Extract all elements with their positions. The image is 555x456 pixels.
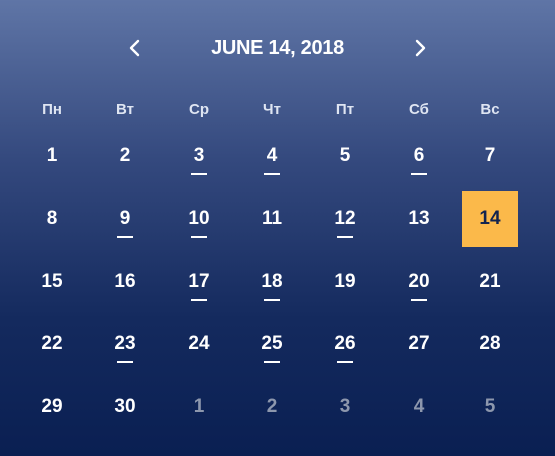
day-number: 2 [119,145,131,166]
day-number: 3 [193,145,205,166]
day-cell[interactable]: 29 [24,379,80,435]
day-cell[interactable]: 5 [317,128,373,184]
event-indicator [191,173,207,175]
day-cell[interactable]: 13 [391,191,447,247]
day-cell[interactable]: 8 [24,191,80,247]
day-cell[interactable]: 18 [244,254,300,310]
day-cell[interactable]: 15 [24,254,80,310]
event-indicator [191,299,207,301]
event-indicator [264,173,280,175]
day-cell[interactable]: 20 [391,254,447,310]
day-cell[interactable]: 7 [462,128,518,184]
day-cell-other-month[interactable]: 4 [391,379,447,435]
day-number: 24 [188,333,210,354]
day-number: 6 [413,145,425,166]
day-cell[interactable]: 6 [391,128,447,184]
day-number: 7 [484,145,496,166]
day-number: 17 [188,271,210,292]
day-number: 11 [261,208,283,229]
event-indicator [337,236,353,238]
day-number: 19 [334,271,356,292]
day-cell-other-month[interactable]: 3 [317,379,373,435]
day-number: 2 [266,396,278,417]
day-cell[interactable]: 25 [244,316,300,372]
day-number: 16 [114,271,136,292]
day-cell[interactable]: 27 [391,316,447,372]
day-cell[interactable]: 16 [97,254,153,310]
day-cell[interactable]: 12 [317,191,373,247]
day-number: 26 [334,333,356,354]
day-number: 5 [339,145,351,166]
day-cell-selected[interactable]: 14 [462,191,518,247]
day-number: 18 [261,271,283,292]
day-number: 29 [41,396,63,417]
day-number: 13 [408,208,430,229]
calendar-day-grid: 1 2 3 4 5 6 7 8 9 10 11 12 13 14 15 16 17 18 19 20 21 22 23 24 2… [0,0,555,456]
day-number: 22 [41,333,63,354]
day-cell[interactable]: 30 [97,379,153,435]
day-cell-other-month[interactable]: 1 [171,379,227,435]
day-cell[interactable]: 2 [97,128,153,184]
day-number: 27 [408,333,430,354]
event-indicator [191,236,207,238]
day-number: 23 [114,333,136,354]
day-cell[interactable]: 23 [97,316,153,372]
day-number: 25 [261,333,283,354]
day-number: 10 [188,208,210,229]
event-indicator [264,361,280,363]
day-cell[interactable]: 3 [171,128,227,184]
day-cell[interactable]: 22 [24,316,80,372]
day-number: 28 [479,333,501,354]
day-number: 3 [339,396,351,417]
day-number: 21 [479,271,501,292]
day-number: 5 [484,396,496,417]
event-indicator [337,361,353,363]
day-number: 14 [479,208,501,229]
day-number: 8 [46,208,58,229]
day-number: 9 [119,208,131,229]
event-indicator [117,361,133,363]
event-indicator [264,299,280,301]
day-number: 1 [193,396,205,417]
day-cell[interactable]: 17 [171,254,227,310]
day-cell[interactable]: 11 [244,191,300,247]
day-cell-other-month[interactable]: 2 [244,379,300,435]
day-cell[interactable]: 10 [171,191,227,247]
day-number: 4 [266,145,278,166]
event-indicator [411,299,427,301]
day-cell[interactable]: 24 [171,316,227,372]
day-number: 1 [46,145,58,166]
day-cell[interactable]: 1 [24,128,80,184]
day-number: 12 [334,208,356,229]
day-cell[interactable]: 26 [317,316,373,372]
day-cell[interactable]: 9 [97,191,153,247]
day-cell-other-month[interactable]: 5 [462,379,518,435]
day-cell[interactable]: 4 [244,128,300,184]
day-number: 30 [114,396,136,417]
day-cell[interactable]: 28 [462,316,518,372]
day-number: 15 [41,271,63,292]
day-number: 4 [413,396,425,417]
event-indicator [411,173,427,175]
event-indicator [117,236,133,238]
day-number: 20 [408,271,430,292]
day-cell[interactable]: 19 [317,254,373,310]
day-cell[interactable]: 21 [462,254,518,310]
